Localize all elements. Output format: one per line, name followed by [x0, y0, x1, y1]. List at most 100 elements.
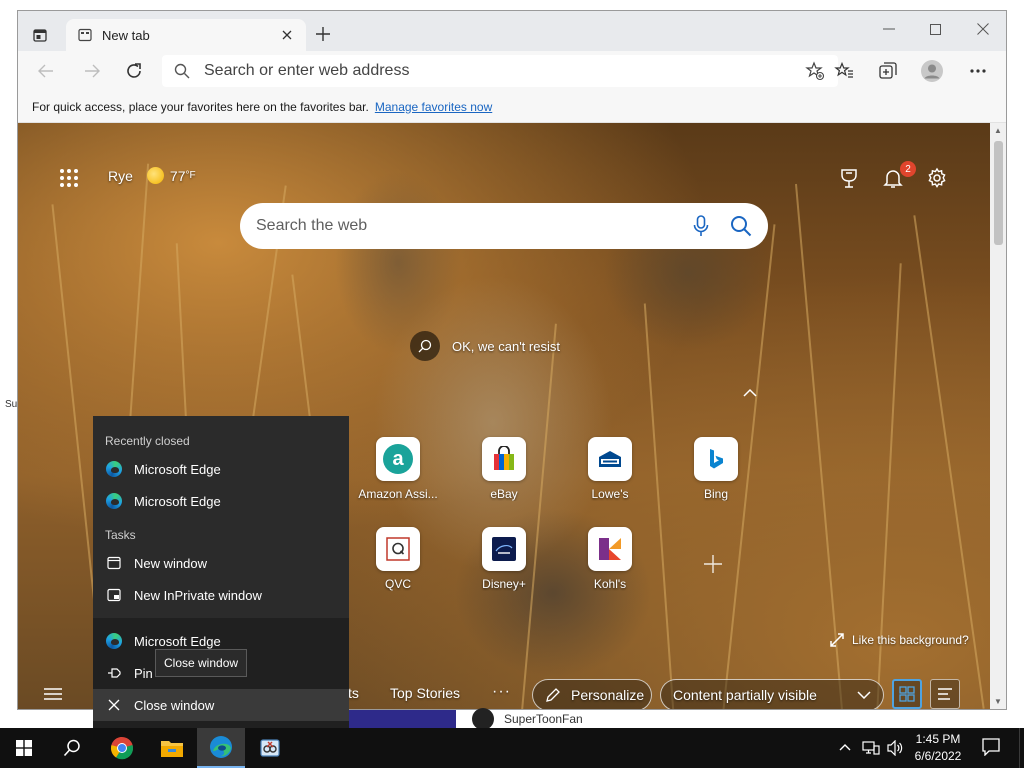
jump-list-item-recent-1[interactable]: Microsoft Edge: [93, 453, 349, 485]
jump-list-section-recently-closed: Recently closed: [105, 434, 190, 448]
chevron-down-icon: [857, 691, 871, 699]
refresh-button[interactable]: [120, 59, 148, 83]
close-icon: [105, 696, 123, 714]
taskbar-clock[interactable]: 1:45 PM 6/6/2022: [906, 731, 970, 765]
collections-icon[interactable]: [874, 59, 902, 83]
forward-button[interactable]: [78, 59, 106, 83]
back-button[interactable]: [32, 59, 60, 83]
quick-link-disney-plus[interactable]: Disney+: [459, 527, 549, 591]
expand-icon: [830, 633, 844, 647]
scrollbar-thumb[interactable]: [994, 141, 1003, 245]
new-tab-button[interactable]: [312, 23, 334, 45]
manage-favorites-link[interactable]: Manage favorites now: [375, 100, 492, 114]
search-icon: [63, 739, 80, 757]
collapse-quick-links-chevron-icon[interactable]: [742, 387, 758, 399]
weather-widget[interactable]: Rye 77 °F: [108, 167, 196, 184]
jump-list-task-new-window[interactable]: New window: [93, 547, 349, 579]
list-icon: [938, 688, 952, 700]
page-scrollbar[interactable]: ▲ ▼: [990, 123, 1006, 709]
web-search-box[interactable]: Search the web: [240, 203, 768, 249]
scroll-up-arrow-icon[interactable]: ▲: [994, 126, 1002, 135]
favorites-bar-message: For quick access, place your favorites h…: [32, 99, 369, 114]
address-input[interactable]: Search or enter web address: [204, 62, 804, 80]
grid-icon: [899, 686, 915, 702]
search-submit-icon[interactable]: [728, 213, 754, 239]
quick-link-ebay[interactable]: eBay: [459, 437, 549, 501]
quick-link-lowes[interactable]: Lowe's: [565, 437, 655, 501]
window-icon: [105, 554, 123, 572]
jump-list-item-label: Microsoft Edge: [134, 493, 221, 509]
page-settings-gear-icon[interactable]: [926, 167, 950, 191]
app-launcher-icon[interactable]: [60, 169, 80, 189]
close-window-button[interactable]: [960, 15, 1006, 43]
feed-more-options[interactable]: ···: [492, 683, 511, 701]
desktop-partial-text: Su: [5, 399, 18, 410]
add-quick-link-plus-icon[interactable]: [704, 555, 722, 573]
tab-new-tab[interactable]: New tab: [66, 19, 306, 51]
address-bar[interactable]: Search or enter web address: [162, 55, 838, 87]
profile-avatar[interactable]: [918, 59, 946, 83]
start-button[interactable]: [0, 728, 48, 768]
quick-link-label: Disney+: [482, 577, 526, 591]
quick-link-label: Bing: [703, 487, 729, 501]
action-center-icon[interactable]: [982, 738, 1000, 756]
quick-link-amazon-assistant[interactable]: a Amazon Assi...: [353, 437, 443, 501]
edge-icon: [106, 633, 122, 649]
content-visibility-dropdown[interactable]: Content partially visible: [660, 679, 884, 709]
tab-title: New tab: [102, 27, 150, 43]
clock-time: 1:45 PM: [915, 732, 961, 746]
edge-icon: [106, 461, 122, 477]
windows-taskbar: 1:45 PM 6/6/2022: [0, 728, 1024, 768]
taskbar-chrome[interactable]: [98, 728, 146, 768]
quick-link-label: QVC: [384, 577, 411, 591]
taskbar-search-button[interactable]: [48, 728, 96, 768]
author-avatar: [472, 708, 494, 730]
taskbar-snipping-tool[interactable]: [246, 728, 294, 768]
quick-link-qvc[interactable]: QVC: [353, 527, 443, 591]
jump-list-item-label: Microsoft Edge: [134, 633, 221, 649]
settings-and-more-icon[interactable]: [964, 59, 992, 83]
taskbar-microsoft-edge[interactable]: [197, 728, 245, 768]
taskbar-file-explorer[interactable]: [148, 728, 196, 768]
tab-actions-icon[interactable]: [30, 25, 50, 45]
feed-card-image: [348, 710, 456, 728]
quick-link-kohls[interactable]: Kohl's: [565, 527, 655, 591]
jump-list-item-recent-2[interactable]: Microsoft Edge: [93, 485, 349, 517]
jump-list-close-window[interactable]: Close window: [93, 689, 349, 721]
search-icon: [174, 63, 190, 79]
grid-layout-button[interactable]: [892, 679, 922, 709]
background-photo-caption[interactable]: OK, we can't resist: [410, 331, 560, 361]
quick-link-label: Amazon Assi...: [358, 487, 438, 501]
close-window-tooltip: Close window: [155, 649, 248, 677]
add-favorite-icon[interactable]: [804, 60, 826, 82]
rewards-icon[interactable]: [838, 167, 862, 191]
lowes-icon: [588, 437, 632, 481]
web-search-input[interactable]: Search the web: [256, 217, 674, 235]
maximize-window-button[interactable]: [912, 15, 958, 43]
jump-list-task-new-inprivate-window[interactable]: New InPrivate window: [93, 579, 349, 611]
list-layout-button[interactable]: [930, 679, 960, 709]
show-desktop-button[interactable]: [1019, 728, 1024, 768]
favorites-icon[interactable]: [830, 59, 858, 83]
hamburger-menu-icon[interactable]: [44, 687, 62, 701]
feed-tab-partial[interactable]: ts: [348, 685, 359, 701]
show-hidden-icons-chevron-icon[interactable]: [838, 740, 852, 754]
like-background-button[interactable]: Like this background?: [830, 633, 969, 647]
voice-search-microphone-icon[interactable]: [688, 213, 714, 239]
image-search-icon[interactable]: [410, 331, 440, 361]
chrome-icon: [110, 737, 134, 760]
snipping-tool-icon: [260, 739, 280, 757]
quick-link-bing[interactable]: Bing: [671, 437, 761, 501]
network-icon[interactable]: [862, 740, 880, 756]
feed-tab-top-stories[interactable]: Top Stories: [390, 685, 460, 701]
kohls-icon: [588, 527, 632, 571]
scroll-down-arrow-icon[interactable]: ▼: [994, 697, 1002, 706]
close-tab-icon[interactable]: [278, 26, 296, 44]
like-background-label: Like this background?: [852, 633, 969, 647]
personalize-button[interactable]: Personalize: [532, 679, 652, 709]
jump-list-item-label: Close window: [134, 697, 215, 713]
minimize-window-button[interactable]: [866, 15, 912, 43]
file-explorer-icon: [161, 741, 183, 757]
volume-icon[interactable]: [886, 740, 904, 756]
feed-card[interactable]: SuperToonFan: [456, 708, 1007, 730]
